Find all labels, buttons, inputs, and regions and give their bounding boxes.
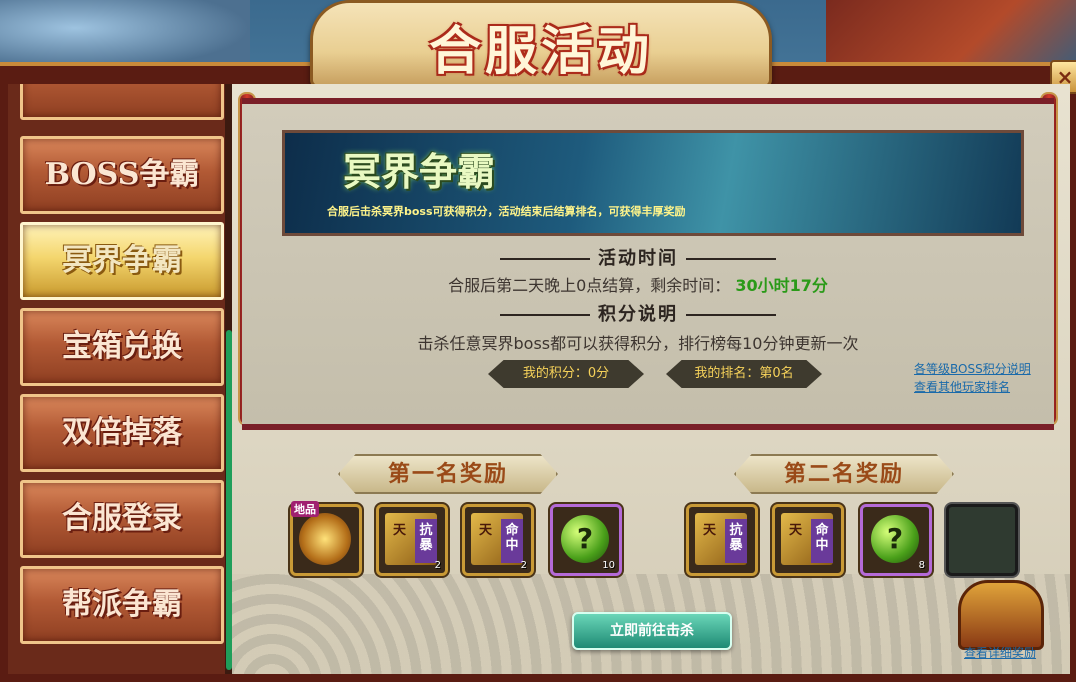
skill-book-icon: 天 抗暴 xyxy=(695,513,747,565)
scene-decoration-left xyxy=(0,0,250,70)
reward-slot-book[interactable]: 天 命中 xyxy=(772,504,844,576)
sidebar-item-boss[interactable]: BOSS争霸 xyxy=(20,136,224,214)
treasure-chest-icon[interactable] xyxy=(958,580,1044,650)
divider xyxy=(500,258,590,260)
treasure-icon xyxy=(299,513,351,565)
item-count: 10 xyxy=(602,560,615,571)
scene-decoration-right xyxy=(826,0,1076,70)
go-kill-button[interactable]: 立即前往击杀 xyxy=(572,612,732,650)
item-count: 2 xyxy=(434,560,441,571)
my-score-badge: 我的积分：0分 xyxy=(488,360,644,388)
other-rankings-link[interactable]: 查看其他玩家排名 xyxy=(914,378,1010,395)
banner-title: 冥界争霸 xyxy=(343,149,496,194)
reward-slot-gold-item[interactable]: 地品 xyxy=(290,501,362,576)
detailed-rewards-link[interactable]: 查看详细奖励 xyxy=(964,644,1036,661)
sidebar-item-guild[interactable]: 帮派争霸 xyxy=(20,566,224,644)
first-place-reward-title: 第一名奖励 xyxy=(338,454,558,494)
reward-slot-orb[interactable]: ? 8 xyxy=(860,504,932,576)
activity-time-text: 合服后第二天晚上0点结算，剩余时间： 30小时17分 xyxy=(232,272,1044,296)
reward-slot-book[interactable]: 天 抗暴 2 xyxy=(376,504,448,576)
second-place-reward-title: 第二名奖励 xyxy=(734,454,954,494)
divider xyxy=(500,314,590,316)
item-count: 2 xyxy=(520,560,527,571)
reward-slot-orb[interactable]: ? 10 xyxy=(550,504,622,576)
boss-score-info-link[interactable]: 各等级BOSS积分说明 xyxy=(914,360,1031,377)
sidebar-item-merge-login[interactable]: 合服登录 xyxy=(20,480,224,558)
mystery-orb-icon: ? xyxy=(561,515,609,563)
reward-slot-book[interactable]: 天 命中 2 xyxy=(462,504,534,576)
banner-description: 合服后击杀冥界boss可获得积分，活动结束后结算排名，可获得丰厚奖励 xyxy=(327,205,686,218)
my-rank-badge: 我的排名：第0名 xyxy=(666,360,822,388)
sidebar-item-partial[interactable] xyxy=(20,84,224,120)
event-banner: 冥界争霸 合服后击杀冥界boss可获得积分，活动结束后结算排名，可获得丰厚奖励 xyxy=(282,130,1024,236)
sidebar-item-underworld[interactable]: 冥界争霸 xyxy=(20,222,224,300)
window-title: 合服活动 xyxy=(428,21,653,82)
title-banner: 合服活动 xyxy=(310,0,772,88)
score-info-heading: 积分说明 xyxy=(232,300,1044,326)
sidebar: BOSS争霸 冥界争霸 宝箱兑换 双倍掉落 合服登录 帮派争霸 xyxy=(8,84,230,674)
skill-book-icon: 天 命中 xyxy=(781,513,833,565)
remaining-time: 30小时17分 xyxy=(735,276,828,295)
reward-slot-empty xyxy=(946,504,1018,576)
sidebar-item-chest-exchange[interactable]: 宝箱兑换 xyxy=(20,308,224,386)
divider xyxy=(686,258,776,260)
skill-book-icon: 天 命中 xyxy=(471,513,523,565)
main-panel: 冥界争霸 合服后击杀冥界boss可获得积分，活动结束后结算排名，可获得丰厚奖励 … xyxy=(232,84,1070,674)
quality-tag: 地品 xyxy=(291,501,319,517)
item-count: 8 xyxy=(918,560,925,571)
activity-time-desc: 合服后第二天晚上0点结算，剩余时间： xyxy=(448,276,731,295)
mystery-orb-icon: ? xyxy=(871,515,919,563)
reward-slot-book[interactable]: 天 抗暴 xyxy=(686,504,758,576)
skill-book-icon: 天 抗暴 xyxy=(385,513,437,565)
score-info-text: 击杀任意冥界boss都可以获得积分，排行榜每10分钟更新一次 xyxy=(417,334,859,353)
divider xyxy=(686,314,776,316)
sidebar-item-double-drop[interactable]: 双倍掉落 xyxy=(20,394,224,472)
activity-time-heading: 活动时间 xyxy=(232,244,1044,270)
